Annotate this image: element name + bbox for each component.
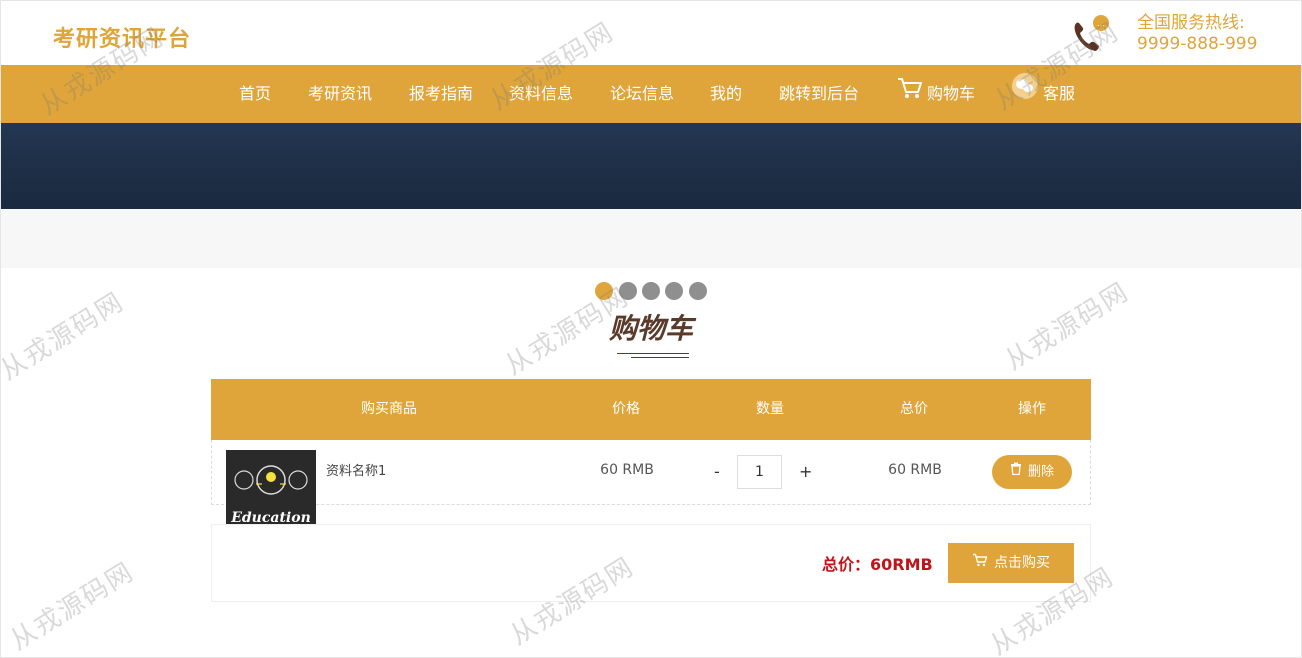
site-logo[interactable]: 考研资讯平台 (53, 21, 191, 53)
trash-icon (1010, 455, 1022, 489)
buy-label: 点击购买 (994, 555, 1050, 571)
carousel-dot[interactable] (642, 282, 660, 300)
product-name[interactable]: 资料名称1 (326, 460, 386, 479)
column-header: 总价 (900, 401, 928, 417)
page-title: 购物车 (608, 312, 693, 345)
table-header: 购买商品 价格 数量 总价 操作 (211, 379, 1091, 440)
title-underline (631, 357, 689, 358)
watermark: 从戎源码网 (5, 556, 140, 657)
table-row: Education 资料名称1 60 RMB - + 60 RMB 删除 (211, 440, 1091, 540)
nav-service-label: 客服 (1043, 84, 1076, 103)
nav-item-news[interactable]: 考研资讯 (308, 65, 372, 123)
nav-cart-label: 购物车 (927, 84, 976, 103)
hotline: 全国服务热线: 9999-888-999 (1137, 13, 1257, 55)
quantity-input[interactable] (737, 455, 782, 489)
grand-total: 总价：60RMB (822, 555, 933, 574)
phone-icon: … (1069, 13, 1111, 55)
hotline-number: 9999-888-999 (1137, 34, 1258, 54)
column-header: 价格 (612, 401, 640, 417)
product-price: 60 RMB (600, 462, 654, 478)
column-header: 操作 (1018, 401, 1046, 417)
cart-icon (972, 543, 988, 583)
cart-summary: 总价：60RMB 点击购买 (211, 524, 1091, 602)
nav-item-service[interactable]: 客服 (1011, 65, 1075, 123)
svg-text:…: … (1097, 19, 1105, 28)
buy-button[interactable]: 点击购买 (948, 543, 1074, 583)
carousel-dot[interactable] (665, 282, 683, 300)
nav-item-home[interactable]: 首页 (239, 65, 271, 123)
site-header: 考研资讯平台 … 全国服务热线: 9999-888-999 (1, 1, 1301, 65)
carousel-dot[interactable] (595, 282, 613, 300)
delete-label: 删除 (1027, 464, 1054, 480)
main-nav: 首页 考研资讯 报考指南 资料信息 论坛信息 我的 跳转到后台 购物车 客服 (1, 65, 1301, 123)
nav-item-guide[interactable]: 报考指南 (409, 65, 473, 123)
column-header: 数量 (756, 401, 784, 417)
carousel-dot[interactable] (619, 282, 637, 300)
column-header: 购买商品 (361, 401, 417, 417)
page: 考研资讯平台 … 全国服务热线: 9999-888-999 首页 考研资讯 报考… (0, 0, 1302, 658)
nav-item-materials[interactable]: 资料信息 (509, 65, 573, 123)
carousel-dot[interactable] (689, 282, 707, 300)
banner-image (1, 123, 1301, 209)
hotline-label: 全国服务热线: (1137, 13, 1245, 33)
title-underline (617, 353, 689, 354)
quantity-decrement-button[interactable]: - (714, 462, 720, 481)
row-total: 60 RMB (888, 462, 942, 478)
nav-item-mine[interactable]: 我的 (710, 65, 742, 123)
wechat-icon (1011, 66, 1039, 124)
quantity-increment-button[interactable]: + (799, 462, 812, 481)
nav-item-cart[interactable]: 购物车 (897, 65, 975, 123)
banner-strip (1, 209, 1301, 268)
nav-item-forum[interactable]: 论坛信息 (610, 65, 674, 123)
delete-button[interactable]: 删除 (992, 455, 1072, 489)
cart-icon (897, 66, 923, 124)
nav-item-admin[interactable]: 跳转到后台 (779, 65, 859, 123)
